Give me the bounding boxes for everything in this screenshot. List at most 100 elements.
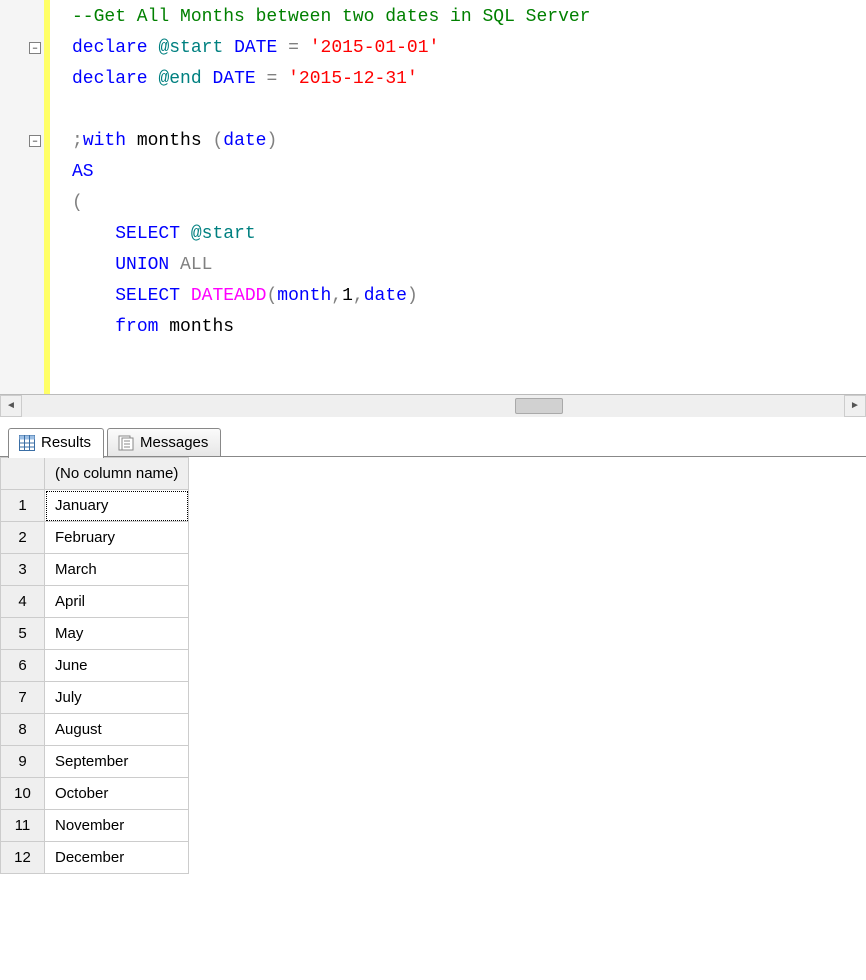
table-row[interactable]: 9September <box>1 746 189 778</box>
code-line[interactable]: SELECT @start <box>54 219 866 250</box>
row-number[interactable]: 4 <box>1 586 45 618</box>
code-token: months <box>126 131 212 151</box>
code-token <box>299 38 310 58</box>
code-token: , <box>353 286 364 306</box>
table-row[interactable]: 11November <box>1 810 189 842</box>
code-token: month <box>277 286 331 306</box>
code-token: DATE <box>212 69 255 89</box>
cell-value[interactable]: April <box>45 586 189 618</box>
code-area[interactable]: --Get All Months between two dates in SQ… <box>54 0 866 394</box>
code-line[interactable]: --Get All Months between two dates in SQ… <box>54 2 866 33</box>
cell-value[interactable]: October <box>45 778 189 810</box>
results-grid-icon <box>19 435 35 451</box>
code-token <box>148 38 159 58</box>
row-number[interactable]: 9 <box>1 746 45 778</box>
code-token: UNION <box>115 255 169 275</box>
table-row[interactable]: 6June <box>1 650 189 682</box>
table-row[interactable]: 12December <box>1 842 189 874</box>
scroll-left-button[interactable]: ◄ <box>0 395 22 417</box>
code-token: declare <box>72 69 148 89</box>
right-arrow-icon: ► <box>850 400 860 411</box>
row-number[interactable]: 2 <box>1 522 45 554</box>
cell-value[interactable]: August <box>45 714 189 746</box>
code-token <box>72 224 115 244</box>
table-row[interactable]: 5May <box>1 618 189 650</box>
code-token: SELECT <box>115 286 180 306</box>
code-token <box>72 317 115 337</box>
cell-value[interactable]: September <box>45 746 189 778</box>
row-number[interactable]: 11 <box>1 810 45 842</box>
table-row[interactable]: 1January <box>1 490 189 522</box>
code-line[interactable]: SELECT DATEADD(month,1,date) <box>54 281 866 312</box>
cell-value[interactable]: February <box>45 522 189 554</box>
table-row[interactable]: 7July <box>1 682 189 714</box>
cell-value[interactable]: May <box>45 618 189 650</box>
code-token <box>148 69 159 89</box>
row-number[interactable]: 1 <box>1 490 45 522</box>
table-row[interactable]: 10October <box>1 778 189 810</box>
code-token: ( <box>266 286 277 306</box>
row-number[interactable]: 3 <box>1 554 45 586</box>
code-line[interactable]: declare @start DATE = '2015-01-01' <box>54 33 866 64</box>
code-line[interactable]: AS <box>54 157 866 188</box>
code-token: AS <box>72 162 94 182</box>
cell-value[interactable]: March <box>45 554 189 586</box>
code-token <box>256 69 267 89</box>
sql-editor-pane[interactable]: − − --Get All Months between two dates in… <box>0 0 866 394</box>
code-line[interactable]: from months <box>54 312 866 343</box>
cell-value[interactable]: June <box>45 650 189 682</box>
code-token: , <box>331 286 342 306</box>
code-line[interactable]: ;with months (date) <box>54 126 866 157</box>
table-row[interactable]: 3March <box>1 554 189 586</box>
code-token: from <box>115 317 158 337</box>
results-panel: Results Messages (No column name) 1Janua… <box>0 416 866 874</box>
column-header[interactable]: (No column name) <box>45 458 189 490</box>
cell-value[interactable]: January <box>45 490 189 522</box>
results-tabstrip: Results Messages <box>0 425 866 457</box>
table-row[interactable]: 4April <box>1 586 189 618</box>
code-token: ( <box>72 193 83 213</box>
scrollbar-track[interactable] <box>22 395 844 417</box>
table-row[interactable]: 2February <box>1 522 189 554</box>
messages-icon <box>118 435 134 451</box>
row-number[interactable]: 10 <box>1 778 45 810</box>
code-token: date <box>364 286 407 306</box>
code-token: ) <box>407 286 418 306</box>
code-token: 1 <box>342 286 353 306</box>
left-arrow-icon: ◄ <box>6 400 16 411</box>
row-number[interactable]: 5 <box>1 618 45 650</box>
scrollbar-thumb[interactable] <box>515 398 563 414</box>
row-number[interactable]: 8 <box>1 714 45 746</box>
code-token <box>72 255 115 275</box>
results-grid[interactable]: (No column name) 1January2February3March… <box>0 457 189 874</box>
code-token: '2015-12-31' <box>288 69 418 89</box>
tab-messages[interactable]: Messages <box>107 428 221 457</box>
table-row[interactable]: 8August <box>1 714 189 746</box>
code-token <box>180 286 191 306</box>
code-token: --Get All Months between two dates in SQ… <box>72 7 590 27</box>
scroll-right-button[interactable]: ► <box>844 395 866 417</box>
change-indicator-bar <box>44 0 50 394</box>
code-line[interactable]: declare @end DATE = '2015-12-31' <box>54 64 866 95</box>
fold-toggle[interactable]: − <box>29 42 41 54</box>
row-number[interactable]: 6 <box>1 650 45 682</box>
cell-value[interactable]: July <box>45 682 189 714</box>
horizontal-scrollbar[interactable]: ◄ ► <box>0 394 866 416</box>
code-line[interactable] <box>54 95 866 126</box>
cell-value[interactable]: December <box>45 842 189 874</box>
code-token: months <box>158 317 234 337</box>
code-token: date <box>223 131 266 151</box>
code-token <box>202 69 213 89</box>
row-number[interactable]: 7 <box>1 682 45 714</box>
code-token <box>223 38 234 58</box>
grid-corner <box>1 458 45 490</box>
code-line[interactable]: ( <box>54 188 866 219</box>
code-line[interactable]: UNION ALL <box>54 250 866 281</box>
cell-value[interactable]: November <box>45 810 189 842</box>
tab-results[interactable]: Results <box>8 428 104 458</box>
code-token <box>72 286 115 306</box>
code-token: declare <box>72 38 148 58</box>
row-number[interactable]: 12 <box>1 842 45 874</box>
fold-toggle[interactable]: − <box>29 135 41 147</box>
code-token: @start <box>191 224 256 244</box>
